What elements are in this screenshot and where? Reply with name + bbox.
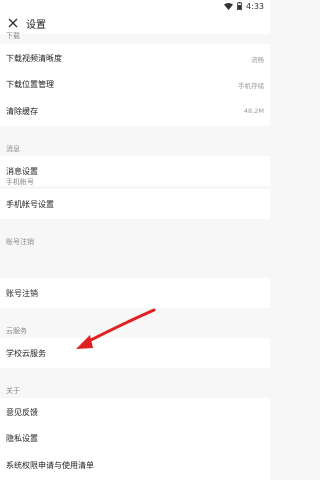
wifi-icon	[224, 2, 234, 10]
section-header-messages: 消息	[6, 145, 20, 153]
row-label: 手机帐号设置	[6, 199, 54, 209]
row-message-settings[interactable]: 消息设置	[0, 156, 270, 186]
section-header-about: 关于	[6, 387, 20, 395]
row-label: 系统权限申请与使用清单	[6, 460, 94, 470]
close-icon	[8, 18, 18, 28]
row-label: 隐私设置	[6, 434, 38, 443]
row-value: 48.2M	[243, 107, 264, 115]
section-header-download: 下载	[6, 32, 20, 40]
row-phone-account-settings[interactable]: 手机帐号设置	[0, 189, 270, 219]
app-bar: 设置	[0, 12, 270, 34]
status-bar: 4:33	[0, 0, 270, 12]
row-label: 消息设置	[6, 166, 38, 176]
row-value: 流畅	[251, 55, 264, 64]
row-value: 手机存储	[238, 81, 264, 90]
row-permissions-list[interactable]: 系统权限申请与使用清单	[0, 450, 270, 480]
row-label: 下载视频清晰度	[6, 54, 62, 63]
settings-screen: 4:33 设置 下载 下载视频清晰度 流畅 下载位置管理 手机存储 清除缓存 4…	[0, 0, 270, 480]
row-label: 下载位置管理	[6, 80, 54, 89]
status-time: 4:33	[246, 1, 264, 11]
row-school-cloud-service[interactable]: 学校云服务	[0, 338, 270, 368]
battery-icon	[237, 2, 243, 10]
page-title: 设置	[26, 19, 46, 31]
row-label: 清除缓存	[6, 106, 38, 116]
row-account-cancel[interactable]: 账号注销	[0, 278, 270, 308]
status-icons: 4:33	[224, 1, 264, 11]
row-label: 账号注销	[6, 288, 38, 298]
row-label: 学校云服务	[6, 348, 46, 358]
row-label: 意见反馈	[6, 408, 38, 417]
section-header-phone-account: 手机帐号	[6, 178, 34, 186]
section-header-cloud-service: 云服务	[6, 327, 27, 335]
section-header-account-cancel: 账号注销	[6, 238, 34, 246]
row-clear-cache[interactable]: 清除缓存 48.2M	[0, 96, 270, 126]
